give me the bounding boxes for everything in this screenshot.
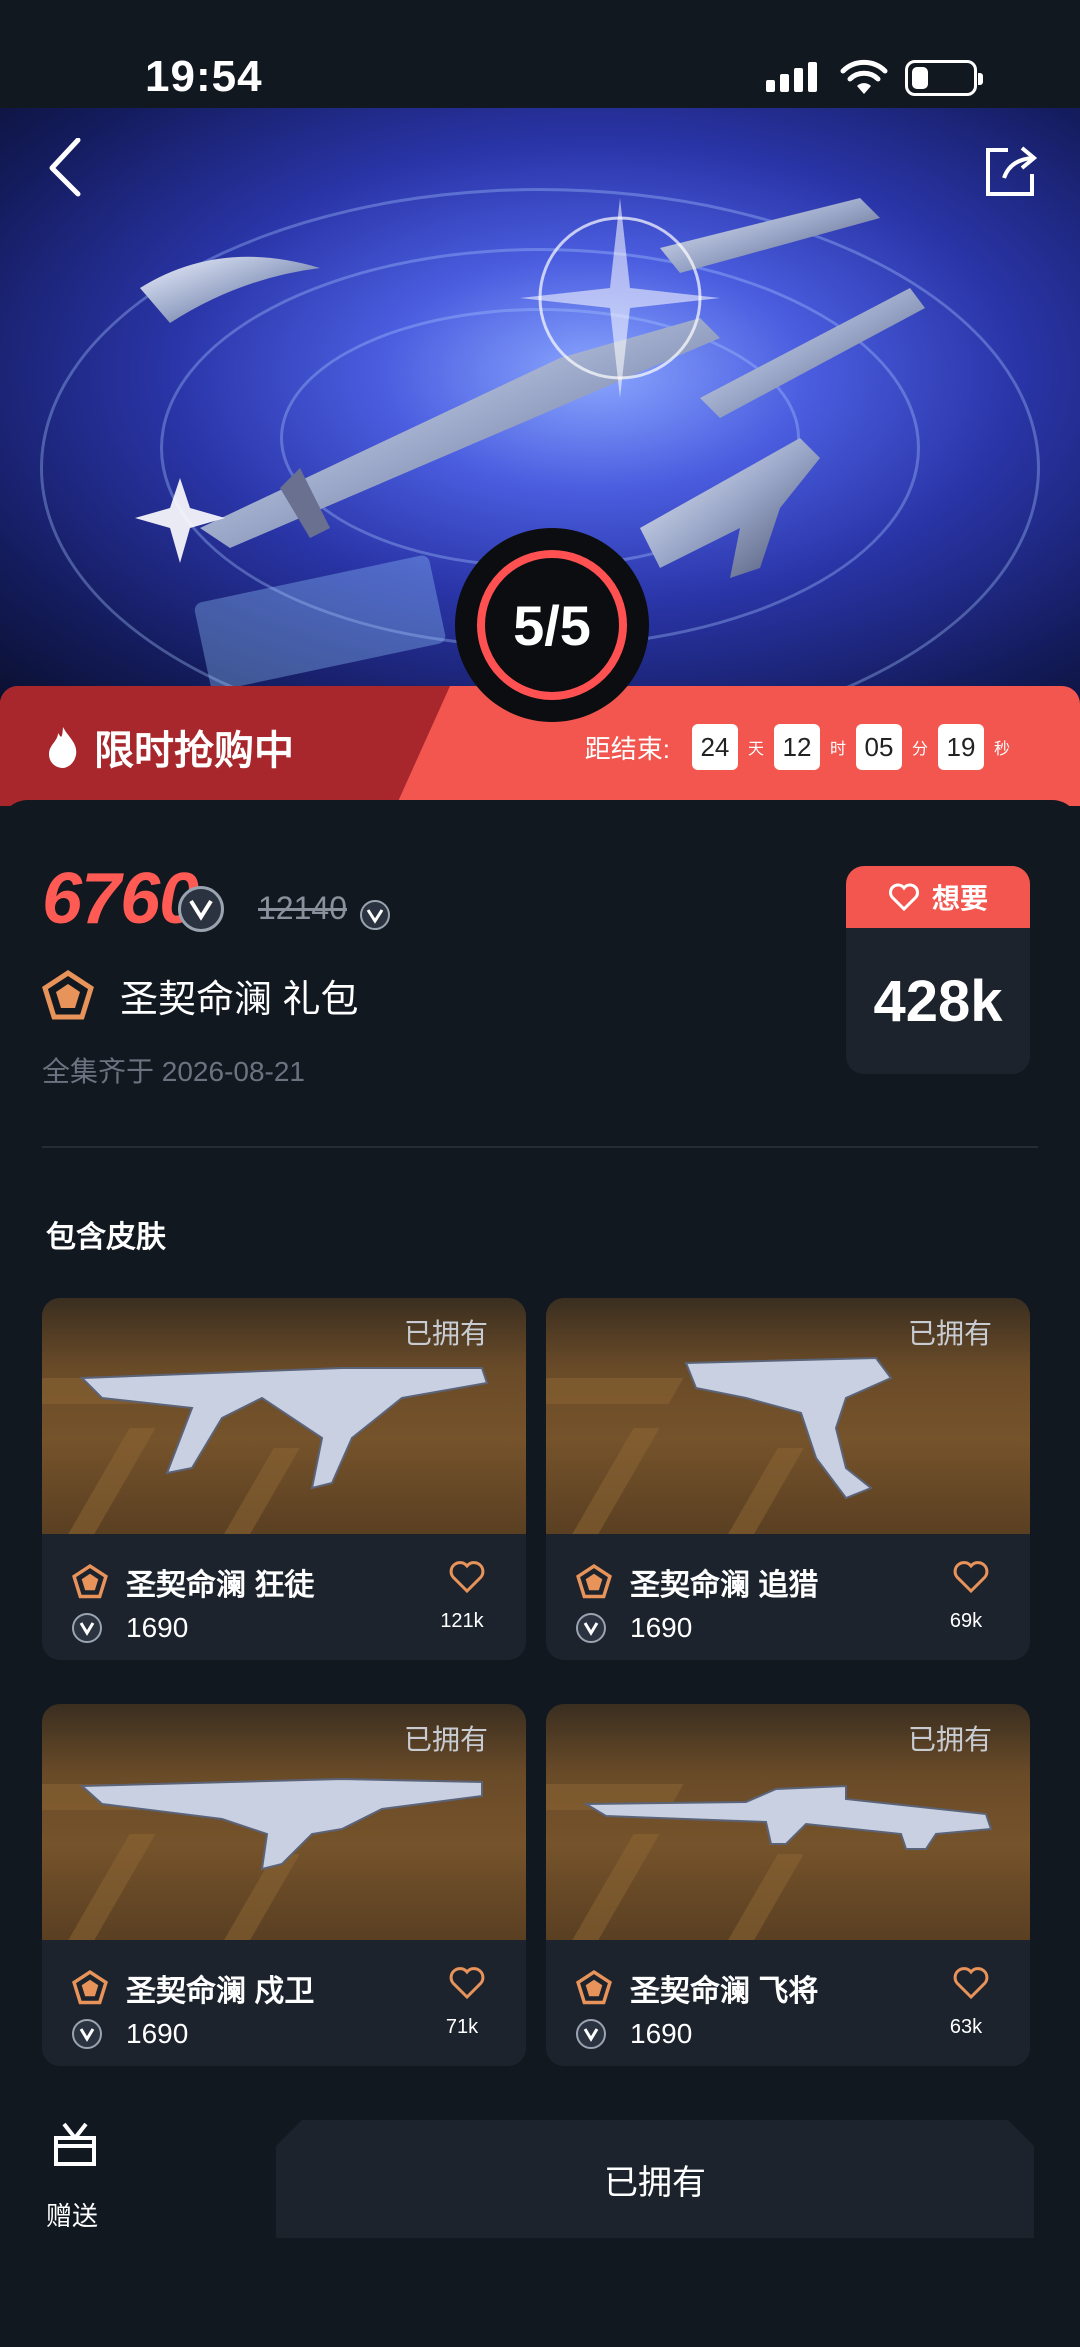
countdown-days-unit: 天 [747, 741, 764, 758]
countdown-seconds: 19 [937, 724, 984, 770]
skin-card-vandal[interactable]: 已拥有 圣契命澜 狂徒 1690 121k [42, 1298, 526, 1660]
skin-likes: 71k [445, 2016, 479, 2038]
want-count: 428k [873, 968, 1003, 1034]
countdown-hours: 12 [773, 724, 820, 770]
countdown-days: 24 [691, 724, 738, 770]
skin-likes: 121k [440, 1610, 484, 1632]
countdown-seconds-unit: 秒 [993, 741, 1010, 758]
countdown-minutes-unit: 分 [911, 741, 928, 758]
status-bar: 19:54 [0, 0, 1080, 108]
bundle-price: 6760 [42, 859, 199, 939]
signal-icon [766, 62, 822, 92]
skin-likes: 63k [949, 2016, 983, 2038]
section-title: 包含皮肤 [46, 1221, 166, 1254]
bundle-name: 圣契命澜 礼包 [120, 979, 359, 1021]
owned-button[interactable]: 已拥有 [276, 2120, 1034, 2238]
share-icon [986, 146, 1038, 196]
battery-icon [905, 60, 983, 96]
heart-icon[interactable] [952, 1966, 990, 2000]
skin-price: 1690 [630, 1612, 693, 1643]
premium-tier-icon [72, 1970, 108, 2005]
status-time: 19:54 [145, 52, 263, 101]
skin-price: 1690 [126, 2018, 189, 2049]
valorant-points-icon [178, 886, 224, 932]
owned-tag: 已拥有 [403, 1318, 488, 1349]
skin-name: 圣契命澜 戍卫 [126, 1975, 315, 2008]
divider [42, 1146, 1038, 1148]
collection-progress-badge: 5/5 [455, 528, 649, 722]
premium-tier-icon [42, 969, 94, 1019]
flash-sale-title: 限时抢购中 [94, 729, 294, 773]
heart-icon[interactable] [448, 1966, 486, 2000]
wifi-icon [840, 58, 888, 101]
heart-icon [889, 883, 919, 911]
valorant-points-icon [72, 1613, 102, 1643]
skin-card-guardian[interactable]: 已拥有 圣契命澜 戍卫 1690 71k [42, 1704, 526, 2066]
want-label: 想要 [931, 883, 988, 914]
gift-icon [54, 2122, 96, 2166]
skin-name: 圣契命澜 飞将 [630, 1975, 819, 2008]
skin-name: 圣契命澜 追猎 [630, 1569, 819, 1602]
fire-icon [49, 727, 77, 768]
premium-tier-icon [576, 1970, 612, 2005]
valorant-points-icon [576, 1613, 606, 1643]
collection-progress: 5/5 [477, 550, 627, 700]
countdown-hours-unit: 时 [829, 741, 846, 758]
valorant-points-icon [72, 2019, 102, 2049]
premium-tier-icon [72, 1564, 108, 1599]
premium-tier-icon [576, 1564, 612, 1599]
valorant-points-icon [576, 2019, 606, 2049]
share-button[interactable] [980, 142, 1040, 202]
back-button[interactable] [40, 137, 100, 198]
bundle-original-price: 12140 [258, 890, 347, 926]
bundle-title-row: 圣契命澜 礼包 [42, 968, 359, 1023]
skin-likes: 69k [949, 1610, 983, 1632]
want-button[interactable]: 想要 428k [846, 866, 1030, 1074]
countdown-minutes: 05 [855, 724, 902, 770]
gift-label: 赠送 [46, 2201, 99, 2231]
countdown-timer: 距结束: 24 天 12 时 05 分 19 秒 [585, 724, 1020, 770]
chevron-left-icon [49, 137, 81, 197]
gift-button[interactable] [44, 2120, 106, 2175]
heart-icon[interactable] [952, 1560, 990, 1594]
owned-tag: 已拥有 [403, 1724, 488, 1755]
countdown-label: 距结束: [584, 733, 670, 764]
want-header: 想要 [846, 866, 1030, 928]
skin-price: 1690 [630, 2018, 693, 2049]
skin-name: 圣契命澜 狂徒 [126, 1569, 315, 1602]
heart-icon[interactable] [448, 1560, 486, 1594]
skin-card-operator[interactable]: 已拥有 圣契命澜 飞将 1690 63k [546, 1704, 1030, 2066]
owned-tag: 已拥有 [907, 1318, 992, 1349]
skin-card-sheriff[interactable]: 已拥有 圣契命澜 追猎 1690 69k [546, 1298, 1030, 1660]
valorant-points-icon [360, 900, 390, 930]
owned-tag: 已拥有 [907, 1724, 992, 1755]
collect-date: 全集齐于 2026-08-21 [42, 1056, 306, 1087]
flash-sale-title-wrap: 限时抢购中 [46, 718, 294, 776]
skin-price: 1690 [126, 1612, 189, 1643]
